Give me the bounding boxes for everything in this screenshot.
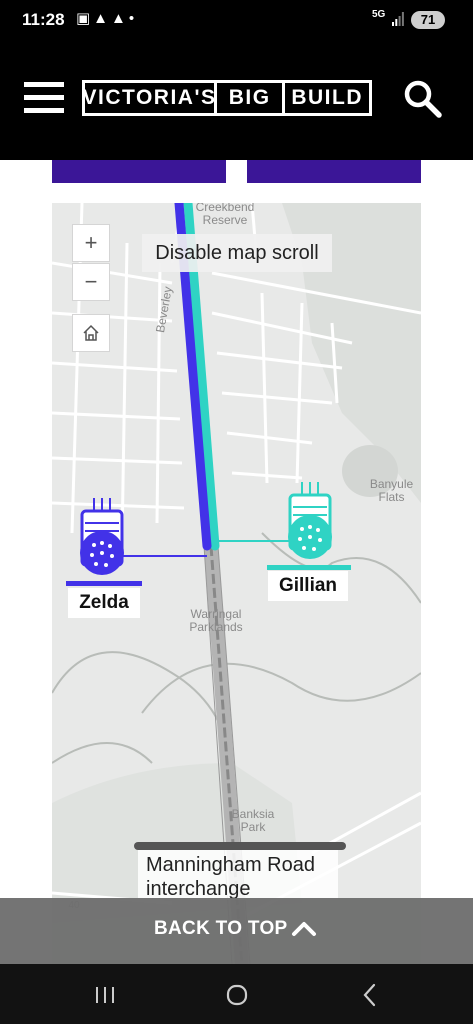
search-icon[interactable] (402, 78, 442, 118)
status-time: 11:28 (22, 10, 65, 29)
tbm-gillian-icon[interactable] (267, 482, 351, 570)
signal-icon (392, 12, 404, 26)
notification-icons: ▣▲▲• (76, 10, 138, 27)
home-nav-icon[interactable] (217, 980, 257, 1010)
menu-icon[interactable] (24, 82, 64, 114)
recents-icon[interactable] (85, 980, 125, 1010)
network-type: 5G (372, 9, 386, 20)
disable-map-scroll-button[interactable]: Disable map scroll (142, 234, 332, 272)
home-view-button[interactable] (72, 314, 110, 352)
tbm-zelda-label: Zelda (68, 588, 140, 618)
home-icon (83, 324, 99, 341)
tbm-gillian-label: Gillian (268, 571, 348, 601)
label-warringal: Warringal Parklands (189, 607, 243, 634)
manningham-road-label: Manningham Road interchange (138, 850, 338, 900)
system-nav-bar (0, 964, 473, 1024)
battery-icon: 71 (411, 11, 445, 29)
label-banyule: Banyule Flats (369, 477, 414, 504)
logo-word-1: VICTORIA'S (82, 86, 217, 109)
zoom-in-button[interactable]: + (72, 224, 110, 262)
label-banksia: Banksia Park (231, 807, 275, 834)
site-logo[interactable]: VICTORIA'S BIG BUILD (82, 80, 372, 116)
label-creekbend: Creekbend Reserve (195, 203, 255, 227)
chevron-up-icon (292, 922, 316, 936)
back-to-top-button[interactable]: BACK TO TOP (0, 898, 473, 964)
back-icon[interactable] (350, 980, 390, 1010)
battery-level: 71 (420, 12, 436, 27)
logo-word-2: BIG (214, 83, 282, 113)
section-button-right[interactable] (247, 160, 421, 183)
logo-word-3: BUILD (282, 83, 369, 113)
back-to-top-label: BACK TO TOP (154, 918, 288, 939)
status-bar: 11:28 ▣▲▲• 5G 71 (0, 0, 473, 38)
section-button-left[interactable] (52, 160, 226, 183)
tbm-zelda-icon[interactable] (66, 498, 142, 586)
zoom-out-button[interactable]: − (72, 263, 110, 301)
